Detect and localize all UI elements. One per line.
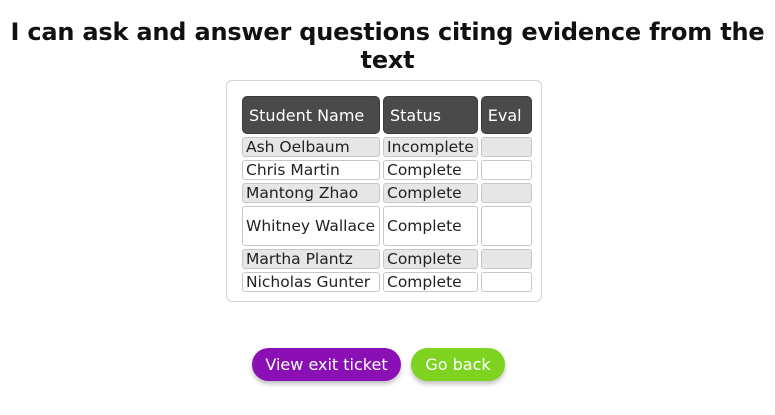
status-cell: Complete bbox=[383, 160, 478, 180]
eval-cell[interactable] bbox=[480, 206, 532, 246]
exit-ticket-page: I can ask and answer questions citing ev… bbox=[0, 0, 775, 415]
table-row: Nicholas Gunter Complete bbox=[242, 272, 532, 292]
column-header-student-name[interactable]: Student Name bbox=[242, 96, 380, 134]
view-exit-ticket-button[interactable]: View exit ticket bbox=[252, 348, 401, 381]
page-title: I can ask and answer questions citing ev… bbox=[10, 18, 765, 74]
eval-cell[interactable] bbox=[480, 272, 532, 292]
table-row: Ash Oelbaum Incomplete bbox=[242, 137, 532, 157]
table-row: Mantong Zhao Complete bbox=[242, 183, 532, 203]
student-name-cell: Mantong Zhao bbox=[242, 183, 380, 203]
student-name-cell: Chris Martin bbox=[242, 160, 380, 180]
status-cell: Complete bbox=[383, 183, 478, 203]
action-buttons: View exit ticket Go back bbox=[0, 348, 775, 381]
student-name-cell: Martha Plantz bbox=[242, 249, 380, 269]
status-cell: Complete bbox=[383, 206, 478, 246]
student-name-cell: Whitney Wallace bbox=[242, 206, 380, 246]
status-cell: Incomplete bbox=[383, 137, 478, 157]
column-header-status[interactable]: Status bbox=[383, 96, 478, 134]
table-header-row: Student Name Status Eval bbox=[242, 96, 532, 134]
student-status-table: Student Name Status Eval Ash Oelbaum Inc… bbox=[239, 93, 535, 295]
table-row: Martha Plantz Complete bbox=[242, 249, 532, 269]
table-row: Chris Martin Complete bbox=[242, 160, 532, 180]
roster-card: Student Name Status Eval Ash Oelbaum Inc… bbox=[226, 80, 542, 302]
column-header-eval[interactable]: Eval bbox=[480, 96, 532, 134]
go-back-button[interactable]: Go back bbox=[411, 348, 505, 381]
eval-cell[interactable] bbox=[480, 160, 532, 180]
status-cell: Complete bbox=[383, 272, 478, 292]
student-name-cell: Nicholas Gunter bbox=[242, 272, 380, 292]
eval-cell[interactable] bbox=[480, 183, 532, 203]
table-row: Whitney Wallace Complete bbox=[242, 206, 532, 246]
status-cell: Complete bbox=[383, 249, 478, 269]
eval-cell[interactable] bbox=[480, 249, 532, 269]
eval-cell[interactable] bbox=[480, 137, 532, 157]
student-name-cell: Ash Oelbaum bbox=[242, 137, 380, 157]
